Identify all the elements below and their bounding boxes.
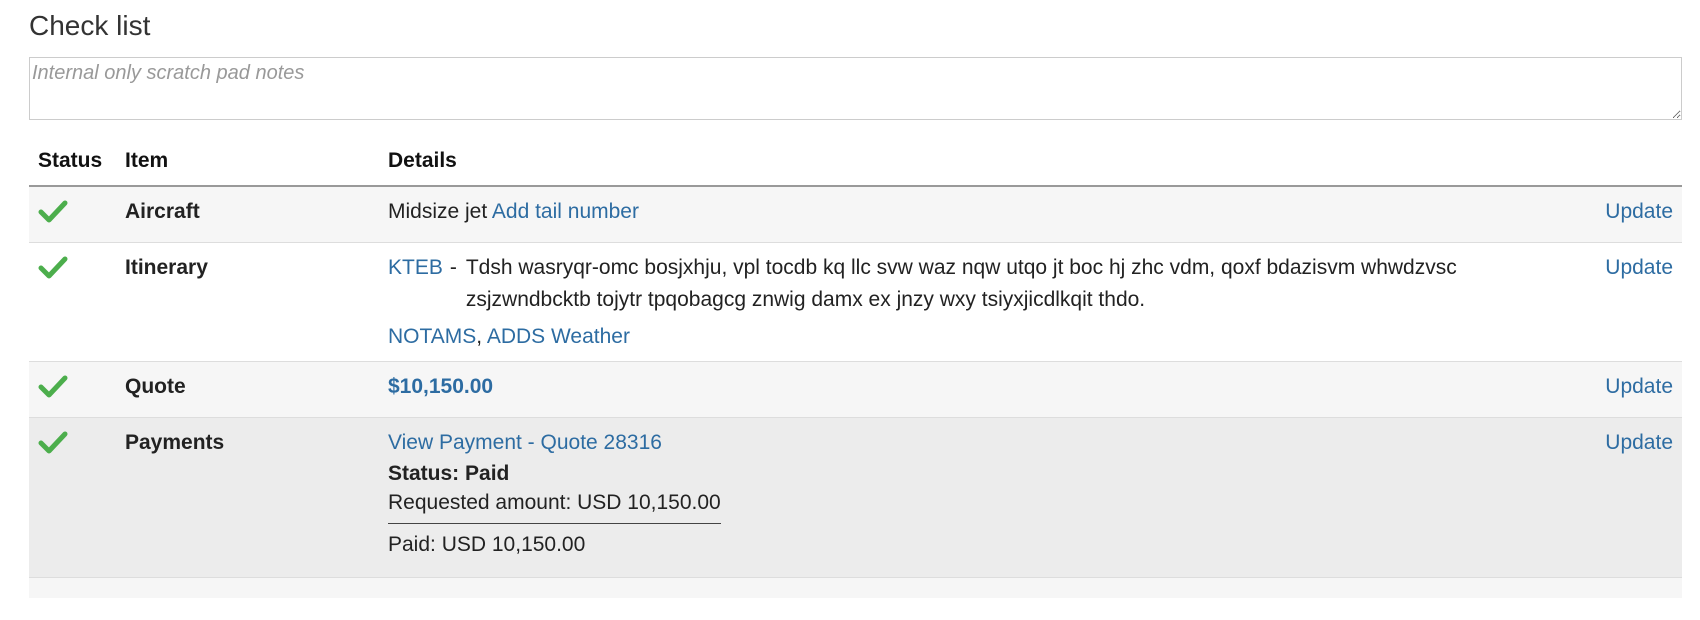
airport-link[interactable]: KTEB xyxy=(388,255,443,316)
item-label: Aircraft xyxy=(116,185,379,243)
status-cell xyxy=(29,577,116,598)
status-cell xyxy=(29,361,116,418)
table-row: Aircraft Midsize jet Add tail number Upd… xyxy=(29,185,1682,243)
item-label: Itinerary xyxy=(116,242,379,362)
status-cell xyxy=(29,185,116,243)
update-quote-link[interactable]: Update xyxy=(1605,375,1673,398)
status-cell xyxy=(29,417,116,578)
scratch-pad-notes-input[interactable] xyxy=(29,57,1682,120)
details-cell: KTEB - Tdsh wasryqr-omc bosjxhju, vpl to… xyxy=(379,242,1522,362)
checklist-table: Status Item Details Aircraft Midsize jet… xyxy=(29,138,1682,598)
update-cell: Update xyxy=(1522,417,1682,578)
check-icon xyxy=(38,375,68,398)
leg-separator: - xyxy=(449,256,457,279)
table-header-row: Status Item Details xyxy=(29,138,1682,187)
details-cell xyxy=(379,577,1522,598)
details-cell: $10,150.00 xyxy=(379,361,1522,418)
check-icon xyxy=(38,256,68,279)
details-cell: Midsize jet Add tail number xyxy=(379,185,1522,243)
update-cell: Update xyxy=(1522,185,1682,243)
table-row xyxy=(29,577,1682,598)
header-item: Item xyxy=(116,138,379,187)
update-payments-link[interactable]: Update xyxy=(1605,431,1673,454)
adds-weather-link[interactable]: ADDS Weather xyxy=(487,325,630,348)
itinerary-description: Tdsh wasryqr-omc bosjxhju, vpl tocdb kq … xyxy=(465,256,1457,311)
header-details: Details xyxy=(379,138,1522,187)
item-label: Payments xyxy=(116,417,379,578)
link-separator: , xyxy=(476,325,483,348)
item-label xyxy=(116,577,379,598)
itinerary-links: NOTAMS, ADDS Weather xyxy=(388,324,1513,349)
quote-amount-link[interactable]: $10,150.00 xyxy=(388,375,493,398)
view-payment-link[interactable]: View Payment - Quote 28316 xyxy=(388,431,662,454)
update-cell: Update xyxy=(1522,361,1682,418)
check-icon xyxy=(38,431,68,454)
notams-link[interactable]: NOTAMS xyxy=(388,325,476,348)
table-row: Itinerary KTEB - Tdsh wasryqr-omc bosjxh… xyxy=(29,242,1682,362)
check-icon xyxy=(38,200,68,223)
table-row: Payments View Payment - Quote 28316 Stat… xyxy=(29,417,1682,578)
update-cell: Update xyxy=(1522,242,1682,362)
table-row: Quote $10,150.00 Update xyxy=(29,361,1682,418)
details-cell: View Payment - Quote 28316 Status: Paid … xyxy=(379,417,1522,578)
header-update xyxy=(1522,138,1682,187)
update-aircraft-link[interactable]: Update xyxy=(1605,200,1673,223)
page-title: Check list xyxy=(29,10,151,41)
paid-amount: Paid: USD 10,150.00 xyxy=(388,533,586,556)
item-label: Quote xyxy=(116,361,379,418)
itinerary-leg: KTEB - Tdsh wasryqr-omc bosjxhju, vpl to… xyxy=(388,255,1513,316)
aircraft-type: Midsize jet xyxy=(388,200,488,223)
header-status: Status xyxy=(29,138,116,187)
add-tail-number-link[interactable]: Add tail number xyxy=(492,200,639,223)
requested-amount: Requested amount: USD 10,150.00 xyxy=(388,486,721,524)
update-cell xyxy=(1522,577,1682,598)
update-itinerary-link[interactable]: Update xyxy=(1605,256,1673,279)
payment-status: Status: Paid xyxy=(388,462,510,485)
status-cell xyxy=(29,242,116,362)
